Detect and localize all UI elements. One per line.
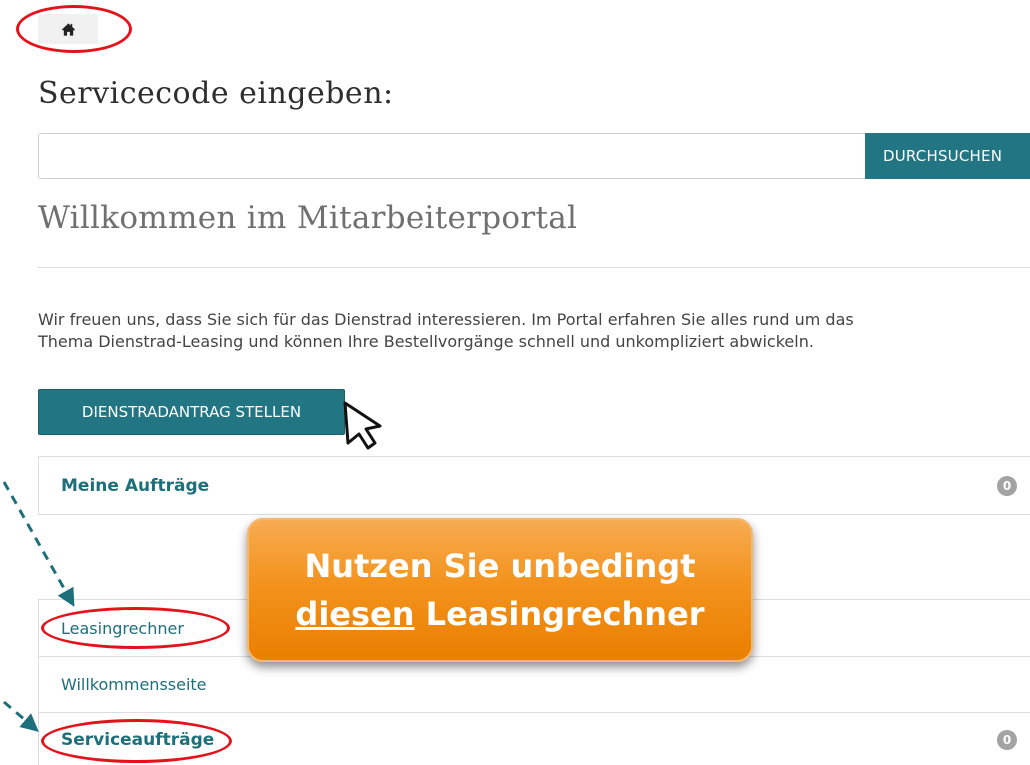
page-title: Servicecode eingeben: — [38, 76, 394, 111]
divider — [38, 267, 1030, 268]
my-orders-link[interactable]: Meine Aufträge — [61, 476, 209, 496]
home-button[interactable] — [38, 14, 98, 44]
leasingrechner-callout: Nutzen Sie unbedingt diesen Leasingrechn… — [247, 518, 753, 662]
callout-line-2: diesen Leasingrechner — [295, 590, 704, 638]
leasing-calculator-link[interactable]: Leasingrechner — [61, 619, 184, 638]
service-orders-row[interactable]: Serviceaufträge 0 — [38, 712, 1030, 765]
page: Servicecode eingeben: DURCHSUCHEN Willko… — [0, 0, 1030, 765]
callout-underlined-word: diesen — [295, 595, 415, 633]
servicecode-input[interactable] — [38, 133, 866, 179]
service-orders-link[interactable]: Serviceaufträge — [61, 730, 214, 750]
orders-count-badge: 0 — [997, 475, 1017, 496]
home-icon — [61, 22, 75, 36]
my-orders-panel[interactable]: Meine Aufträge 0 — [38, 456, 1030, 515]
welcome-heading: Willkommen im Mitarbeiterportal — [38, 200, 578, 236]
intro-line-2: Thema Dienstrad-Leasing und können Ihre … — [38, 332, 814, 351]
dienstradantrag-button[interactable]: DIENSTRADANTRAG STELLEN — [38, 389, 345, 435]
intro-line-1: Wir freuen uns, dass Sie sich für das Di… — [38, 310, 854, 329]
mouse-pointer-icon — [343, 401, 382, 450]
welcome-page-row[interactable]: Willkommensseite — [38, 656, 1030, 712]
search-button[interactable]: DURCHSUCHEN — [865, 133, 1030, 179]
intro-text: Wir freuen uns, dass Sie sich für das Di… — [38, 309, 1030, 353]
arrow-to-service — [3, 700, 39, 732]
service-count-badge: 0 — [997, 730, 1017, 750]
callout-line-1: Nutzen Sie unbedingt — [304, 547, 696, 585]
callout-line-2-rest: Leasingrechner — [414, 595, 705, 633]
welcome-page-link[interactable]: Willkommensseite — [61, 675, 207, 694]
